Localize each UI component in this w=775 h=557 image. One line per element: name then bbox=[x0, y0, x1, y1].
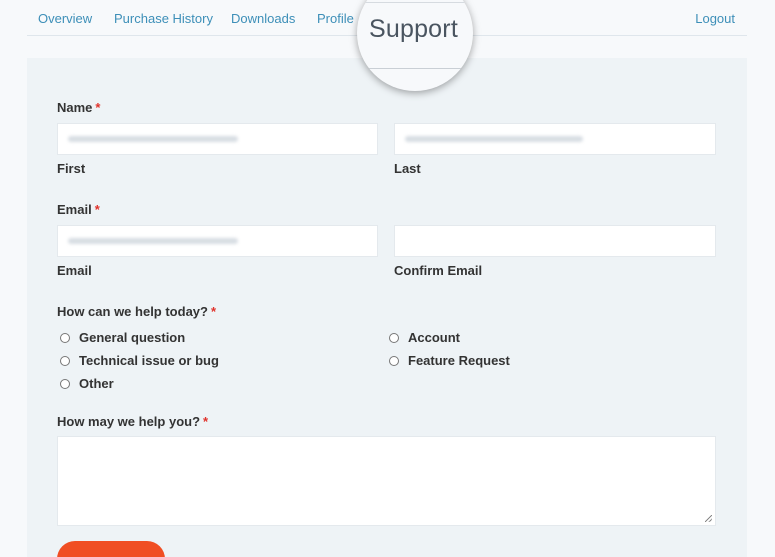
magnifier-divider bbox=[357, 68, 473, 69]
radio-circle[interactable] bbox=[60, 332, 70, 343]
help-message-textarea[interactable] bbox=[57, 436, 716, 526]
support-form: Name * First Last Email * Email Confirm Em… bbox=[27, 58, 747, 557]
blurred-value bbox=[405, 136, 583, 142]
radio-general-question[interactable]: General question bbox=[60, 330, 185, 345]
help-today-label: How can we help today? * bbox=[57, 304, 217, 319]
nav-overview[interactable]: Overview bbox=[38, 11, 92, 26]
nav-downloads[interactable]: Downloads bbox=[231, 11, 295, 26]
radio-other[interactable]: Other bbox=[60, 376, 114, 391]
magnifier-divider-top bbox=[357, 2, 473, 3]
last-sublabel: Last bbox=[394, 161, 421, 176]
radio-circle[interactable] bbox=[60, 378, 70, 389]
radio-circle[interactable] bbox=[389, 355, 399, 366]
resize-handle-icon[interactable] bbox=[705, 515, 712, 522]
help-message-label: How may we help you? * bbox=[57, 414, 209, 429]
radio-feature-request[interactable]: Feature Request bbox=[389, 353, 510, 368]
radio-circle[interactable] bbox=[60, 355, 70, 366]
confirm-email-sublabel: Confirm Email bbox=[394, 263, 483, 278]
nav-support[interactable]: Support bbox=[369, 15, 458, 44]
nav-logout[interactable]: Logout bbox=[695, 11, 735, 26]
radio-circle[interactable] bbox=[389, 332, 399, 343]
blurred-value bbox=[68, 136, 238, 142]
nav-profile[interactable]: Profile bbox=[317, 11, 354, 26]
radio-account[interactable]: Account bbox=[389, 330, 460, 345]
name-label: Name * bbox=[57, 100, 101, 115]
email-sublabel: Email bbox=[57, 263, 92, 278]
first-name-input[interactable] bbox=[57, 123, 378, 155]
confirm-email-input[interactable] bbox=[394, 225, 716, 257]
nav-purchase-history[interactable]: Purchase History bbox=[114, 11, 213, 26]
radio-technical-issue[interactable]: Technical issue or bug bbox=[60, 353, 219, 368]
first-sublabel: First bbox=[57, 161, 86, 176]
email-input[interactable] bbox=[57, 225, 378, 257]
email-label: Email * bbox=[57, 202, 100, 217]
submit-button[interactable] bbox=[57, 541, 165, 557]
last-name-input[interactable] bbox=[394, 123, 716, 155]
blurred-value bbox=[68, 238, 238, 244]
